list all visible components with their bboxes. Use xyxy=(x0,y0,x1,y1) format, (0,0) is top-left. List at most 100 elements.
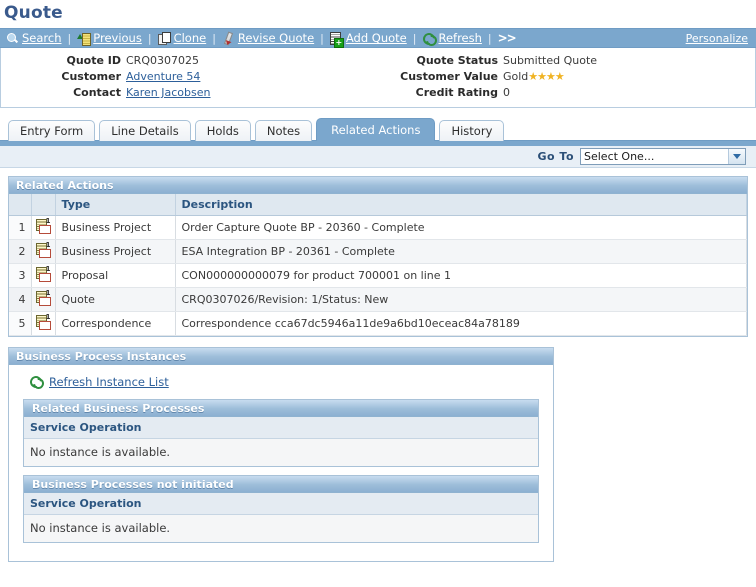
toolbar-separator: | xyxy=(67,31,72,45)
field-customer-label: Customer xyxy=(61,70,121,83)
field-customer-value-value: Gold xyxy=(503,70,529,83)
tab-label: Entry Form xyxy=(20,124,84,138)
row-description: Correspondence cca67dc5946a11de9a6bd10ec… xyxy=(175,311,747,336)
business-process-instances-panel: Business Process Instances Refresh Insta… xyxy=(8,347,554,562)
toolbar-separator: | xyxy=(147,31,152,45)
tab-notes[interactable]: Notes xyxy=(254,120,313,141)
row-action-cell[interactable]: 1 xyxy=(31,263,56,288)
toolbar-separator: | xyxy=(412,31,417,45)
personalize-link[interactable]: Personalize xyxy=(686,32,748,45)
document-detail-icon[interactable]: 1 xyxy=(35,216,51,234)
document-detail-icon[interactable]: 1 xyxy=(35,289,51,306)
tab-holds[interactable]: Holds xyxy=(194,120,251,141)
row-number: 2 xyxy=(9,239,32,264)
bpi-panel-title: Business Process Instances xyxy=(9,348,553,365)
row-type: Quote xyxy=(55,287,176,312)
tab-label: Notes xyxy=(266,124,301,138)
quote-header-summary: Quote ID CRQ0307025 Customer Adventure 5… xyxy=(0,48,756,108)
table-row[interactable]: 5 1 Correspondence Correspondence cca67dc59… xyxy=(9,311,747,336)
business-processes-not-initiated-title: Business Processes not initiated xyxy=(24,476,538,493)
goto-bar: Go To Select One... xyxy=(0,146,756,168)
document-detail-icon[interactable]: 1 xyxy=(35,264,51,282)
column-header-description[interactable]: Description xyxy=(175,194,747,216)
goto-selected-value: Select One... xyxy=(584,150,655,163)
tab-label: History xyxy=(451,124,493,138)
table-row[interactable]: 1 1 Business Project Order Capture Quote BP… xyxy=(9,215,747,240)
toolbar-search-button[interactable]: Search xyxy=(6,31,62,45)
toolbar-revise-quote-label: Revise Quote xyxy=(237,31,315,45)
field-quote-id-label: Quote ID xyxy=(66,54,121,67)
row-description: Order Capture Quote BP - 20360 - Complet… xyxy=(175,215,747,240)
page-title: Quote xyxy=(4,3,63,23)
field-quote-id: Quote ID CRQ0307025 xyxy=(1,53,378,68)
toolbar-refresh-button[interactable]: Refresh xyxy=(422,31,481,45)
field-credit-rating-value: 0 xyxy=(503,86,510,99)
row-number: 5 xyxy=(9,311,32,336)
action-toolbar: Search | Previous | Clone | Revise Quote… xyxy=(0,28,756,48)
column-header-row-number[interactable] xyxy=(9,194,32,216)
refresh-instance-list-row[interactable]: Refresh Instance List xyxy=(17,373,545,399)
quote-header-right-column: Quote Status Submitted Quote Customer Va… xyxy=(378,53,755,101)
toolbar-previous-button[interactable]: Previous xyxy=(77,31,142,46)
table-row[interactable]: 3 1 Proposal CON000000000079 for product 70… xyxy=(9,263,747,288)
field-customer-value-link[interactable]: Adventure 54 xyxy=(126,69,200,84)
toolbar-add-quote-button[interactable]: Add Quote xyxy=(329,31,407,48)
refresh-instance-list-link[interactable]: Refresh Instance List xyxy=(49,375,169,389)
bpi-body: Refresh Instance List Related Business P… xyxy=(9,365,553,561)
document-detail-icon-badge: 1 xyxy=(45,312,51,321)
field-quote-status: Quote Status Submitted Quote xyxy=(378,53,755,68)
related-business-processes-title: Related Business Processes xyxy=(24,400,538,417)
toolbar-separator: | xyxy=(212,31,216,45)
column-header-icon[interactable] xyxy=(31,194,56,216)
row-action-cell[interactable]: 1 xyxy=(31,311,56,336)
toolbar-separator: | xyxy=(320,31,324,45)
chevron-down-icon[interactable] xyxy=(728,149,745,164)
refresh-icon xyxy=(422,32,435,45)
related-business-processes-column-header: Service Operation xyxy=(24,417,538,439)
magnifier-icon xyxy=(6,32,19,45)
related-actions-panel-title: Related Actions xyxy=(9,177,747,194)
related-actions-panel: Related Actions Type Description 1 1 Busin… xyxy=(8,176,748,337)
pencil-icon xyxy=(222,32,235,45)
field-quote-status-value: Submitted Quote xyxy=(503,54,598,67)
goto-label: Go To xyxy=(537,150,574,163)
caret-down-shape xyxy=(733,154,741,159)
row-description: CON000000000079 for product 700001 on li… xyxy=(175,263,747,288)
tab-line-details[interactable]: Line Details xyxy=(99,120,191,141)
business-processes-not-initiated-section: Business Processes not initiated Service… xyxy=(23,475,539,543)
document-detail-icon[interactable]: 1 xyxy=(35,241,51,258)
field-contact-value-link[interactable]: Karen Jacobsen xyxy=(126,85,211,100)
row-number: 4 xyxy=(9,287,32,312)
clone-icon xyxy=(157,31,171,45)
table-header-row: Type Description xyxy=(9,194,747,216)
row-action-cell[interactable]: 1 xyxy=(31,239,56,264)
table-row[interactable]: 4 1 Quote CRQ0307026/Revision: 1/Status: Ne… xyxy=(9,287,747,312)
field-customer: Customer Adventure 54 xyxy=(1,69,378,84)
tab-entry-form[interactable]: Entry Form xyxy=(8,120,96,141)
quote-page: Quote Search | Previous | Clone | Revise… xyxy=(0,0,756,587)
field-credit-rating-label: Credit Rating xyxy=(415,86,498,99)
tab-related-actions[interactable]: Related Actions xyxy=(316,118,436,141)
related-business-processes-section: Related Business Processes Service Opera… xyxy=(23,399,539,467)
document-detail-icon-badge: 1 xyxy=(45,216,51,225)
table-row[interactable]: 2 1 Business Project ESA Integration BP - 2… xyxy=(9,239,747,264)
field-contact-label: Contact xyxy=(73,86,121,99)
related-business-processes-empty-message: No instance is available. xyxy=(24,439,538,466)
goto-select[interactable]: Select One... xyxy=(580,148,746,165)
row-description: ESA Integration BP - 20361 - Complete xyxy=(175,239,747,264)
row-action-cell[interactable]: 1 xyxy=(31,287,56,312)
row-type: Business Project xyxy=(55,239,176,264)
toolbar-more-button[interactable]: >> xyxy=(498,31,517,45)
toolbar-clone-button[interactable]: Clone xyxy=(157,31,206,45)
quote-header-left-column: Quote ID CRQ0307025 Customer Adventure 5… xyxy=(1,53,378,101)
toolbar-revise-quote-button[interactable]: Revise Quote xyxy=(222,31,314,45)
tab-bar: Entry Form Line Details Holds Notes Related … xyxy=(0,118,756,141)
tab-history[interactable]: History xyxy=(439,120,505,141)
toolbar-search-label: Search xyxy=(22,31,62,45)
customer-value-star-rating: ★★★★ xyxy=(528,70,564,83)
field-customer-value: Customer Value Gold ★★★★ xyxy=(378,69,755,84)
column-header-type[interactable]: Type xyxy=(55,194,176,216)
document-detail-icon-badge: 1 xyxy=(45,264,51,273)
document-detail-icon[interactable]: 1 xyxy=(35,312,51,330)
row-action-cell[interactable]: 1 xyxy=(31,215,56,240)
